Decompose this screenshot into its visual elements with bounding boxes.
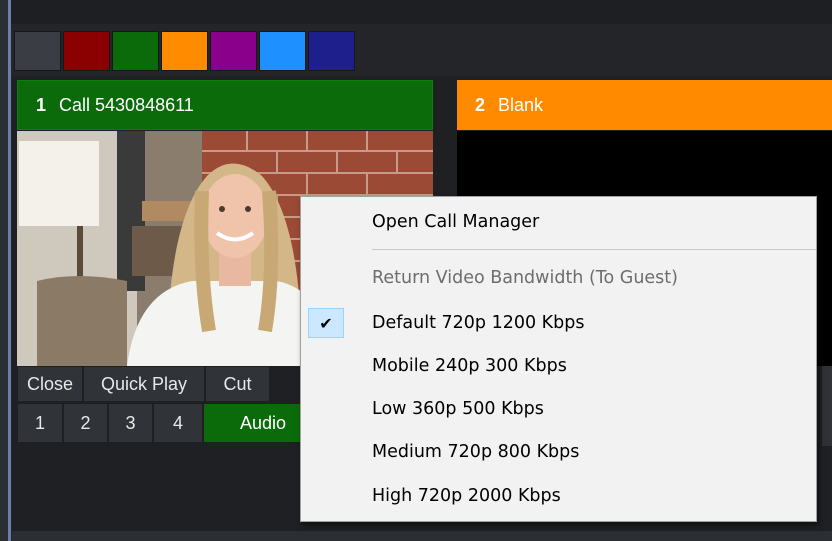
menu-item-label: Mobile 240p 300 Kbps xyxy=(372,356,567,376)
menu-item-label: Low 360p 500 Kbps xyxy=(372,399,544,419)
swatch-red[interactable] xyxy=(63,31,110,71)
swatch-default[interactable] xyxy=(14,31,61,71)
menu-item-label: Open Call Manager xyxy=(372,212,540,232)
top-bar xyxy=(0,0,832,24)
input-1: 1 Call 5430848611 xyxy=(17,80,433,130)
menu-item-low-360p[interactable]: Low 360p 500 Kbps xyxy=(301,393,816,425)
menu-item-bandwidth-header: Return Video Bandwidth (To Guest) xyxy=(301,262,816,294)
menu-item-mobile-240p[interactable]: Mobile 240p 300 Kbps xyxy=(301,350,816,382)
input-2-controls-edge xyxy=(822,366,832,446)
menu-separator xyxy=(372,249,816,250)
menu-item-label: Return Video Bandwidth (To Guest) xyxy=(372,268,678,288)
swatch-green[interactable] xyxy=(112,31,159,71)
swatch-blue[interactable] xyxy=(259,31,306,71)
menu-item-label: Medium 720p 800 Kbps xyxy=(372,442,580,462)
input-1-number: 1 xyxy=(36,94,47,115)
checkmark-icon: ✔ xyxy=(308,308,344,338)
context-menu: Open Call Manager Return Video Bandwidth… xyxy=(300,196,817,522)
swatch-purple[interactable] xyxy=(210,31,257,71)
bottom-bar xyxy=(12,531,832,541)
left-strip xyxy=(0,0,11,541)
menu-item-medium-720p[interactable]: Medium 720p 800 Kbps xyxy=(301,436,816,468)
input-2-title: Blank xyxy=(498,94,544,115)
quick-play-button[interactable]: Quick Play xyxy=(83,366,205,402)
menu-item-label: High 720p 2000 Kbps xyxy=(372,486,561,506)
menu-item-default-720p[interactable]: ✔ Default 720p 1200 Kbps xyxy=(301,307,816,339)
menu-item-high-720p[interactable]: High 720p 2000 Kbps xyxy=(301,480,816,512)
color-swatches xyxy=(14,31,355,71)
overlay-2-button[interactable]: 2 xyxy=(63,403,108,443)
overlay-4-button[interactable]: 4 xyxy=(153,403,203,443)
left-accent-line xyxy=(8,0,11,541)
menu-item-label: Default 720p 1200 Kbps xyxy=(372,313,585,333)
input-1-controls-row-2: 1 2 3 4 Audio xyxy=(17,403,323,443)
input-2-number: 2 xyxy=(475,94,486,115)
input-1-controls-row-1: Close Quick Play Cut xyxy=(17,366,270,402)
overlay-1-button[interactable]: 1 xyxy=(17,403,63,443)
input-1-title-bar[interactable]: 1 Call 5430848611 xyxy=(17,80,433,130)
cut-button[interactable]: Cut xyxy=(205,366,270,402)
swatch-orange[interactable] xyxy=(161,31,208,71)
close-button[interactable]: Close xyxy=(17,366,83,402)
menu-item-open-call-manager[interactable]: Open Call Manager xyxy=(301,206,816,238)
overlay-3-button[interactable]: 3 xyxy=(108,403,153,443)
swatch-navy[interactable] xyxy=(308,31,355,71)
input-2-title-bar[interactable]: 2 Blank xyxy=(457,80,832,130)
input-1-title: Call 5430848611 xyxy=(59,94,194,115)
